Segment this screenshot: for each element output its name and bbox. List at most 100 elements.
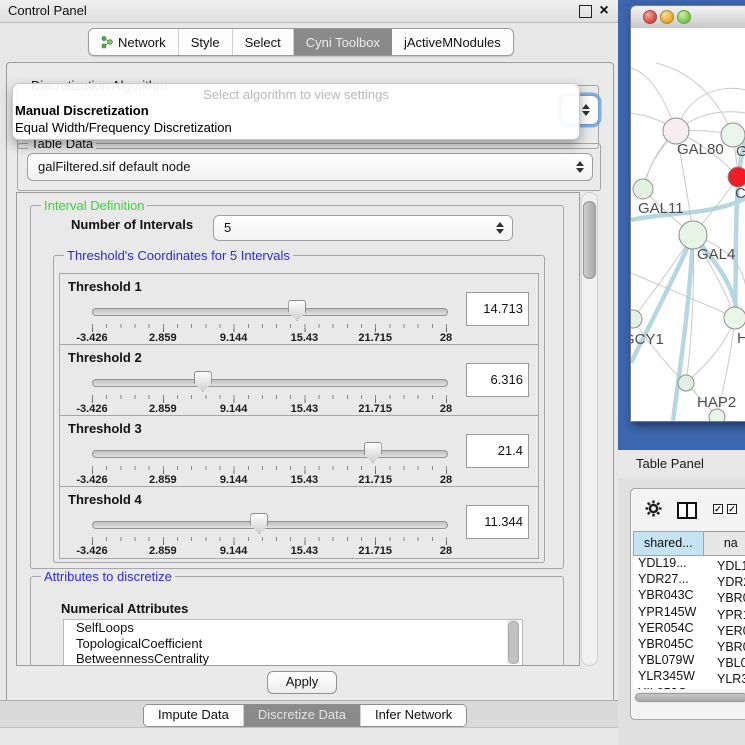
close-icon[interactable]: × <box>596 0 612 22</box>
tab-discretize-data[interactable]: Discretize Data <box>244 705 361 726</box>
threshold-label: Threshold 2 <box>68 350 142 365</box>
list-scrollbar[interactable] <box>507 620 519 664</box>
algorithm-dropdown-popup: Select algorithm to view settings Manual… <box>12 83 580 140</box>
table-rows[interactable]: YDL19...YDL1YDR27...YDR2YBR043CYBR0YPR14… <box>633 556 745 689</box>
tick-label: 15.43 <box>291 545 319 557</box>
tick-label: 28 <box>440 332 452 344</box>
network-icon <box>101 35 113 49</box>
table-row[interactable]: YDR27...YDR2 <box>633 572 745 588</box>
network-node-label: GAL4 <box>697 246 735 263</box>
tick-label: -3.426 <box>76 403 107 415</box>
network-window-titlebar[interactable] <box>631 6 745 29</box>
threshold-value-field[interactable]: 11.344 <box>466 505 529 539</box>
network-node[interactable] <box>678 375 694 391</box>
dropdown-prompt-item[interactable]: Select algorithm to view settings <box>13 87 579 102</box>
scrollbar-thumb[interactable] <box>583 201 596 279</box>
network-node[interactable] <box>709 409 725 421</box>
list-item[interactable]: TopologicalCoefficient <box>64 636 522 652</box>
tick-label: 9.144 <box>220 403 248 415</box>
dropdown-option-manual-discretization[interactable]: Manual Discretization <box>15 103 149 118</box>
slider-thumb[interactable] <box>364 442 382 463</box>
scrollbar-thumb[interactable] <box>635 693 745 702</box>
table-row[interactable]: YLR345WYLR3 <box>633 669 745 685</box>
numerical-attributes-list[interactable]: SelfLoopsTopologicalCoefficientBetweenne… <box>63 619 523 666</box>
minimize-traffic-light-icon[interactable] <box>660 10 674 24</box>
slider-thumb[interactable] <box>194 371 212 392</box>
table-horizontal-scrollbar[interactable] <box>634 692 745 703</box>
table-row[interactable]: YPR145WYPR1 <box>633 605 745 621</box>
settings-vertical-scrollbar[interactable] <box>581 192 598 666</box>
tick-label: 21.715 <box>358 474 392 486</box>
split-columns-icon[interactable] <box>677 502 697 519</box>
gear-icon[interactable] <box>645 500 662 517</box>
network-node[interactable] <box>679 221 707 249</box>
tab-select[interactable]: Select <box>233 29 294 55</box>
apply-button[interactable]: Apply <box>267 671 337 694</box>
network-node[interactable] <box>724 307 745 329</box>
spinner-value: 5 <box>224 216 231 240</box>
network-node-label: H <box>737 330 745 347</box>
tab-label: jActiveMNodules <box>404 35 501 50</box>
screen: Control Panel × Network Style Select Cyn… <box>0 0 745 745</box>
threshold-3-slider[interactable]: -3.4262.8599.14415.4321.71528 <box>92 442 446 482</box>
table-row[interactable]: YDL19...YDL1 <box>633 556 745 572</box>
tick-label: 21.715 <box>358 545 392 557</box>
slider-track[interactable] <box>92 450 448 458</box>
slider-track[interactable] <box>92 308 448 316</box>
network-node[interactable] <box>633 179 653 199</box>
threshold-4-box: Threshold 4 -3.4262.8599.14415.4321.7152… <box>59 486 539 559</box>
threshold-value-field[interactable]: 14.713 <box>466 292 529 326</box>
threshold-4-slider[interactable]: -3.4262.8599.14415.4321.71528 <box>92 513 446 553</box>
slider-tick-labels: -3.4262.8599.14415.4321.71528 <box>92 545 446 557</box>
tick-label: 28 <box>440 474 452 486</box>
table-panel-titlebar: Table Panel <box>618 450 745 479</box>
number-of-intervals-label: Number of Intervals <box>71 217 193 232</box>
tab-infer-network[interactable]: Infer Network <box>361 705 466 726</box>
slider-track[interactable] <box>92 379 448 387</box>
network-node-label: GAL11 <box>638 200 684 217</box>
network-canvas[interactable]: GAL80GCGAL11GAL4GCY1HHAP2 <box>631 28 745 421</box>
dropdown-option-equal-width[interactable]: Equal Width/Frequency Discretization <box>15 120 232 135</box>
table-panel-title: Table Panel <box>636 450 704 478</box>
table-row[interactable]: YBL079WYBL0 <box>633 653 745 669</box>
threshold-2-box: Threshold 2 -3.4262.8599.14415.4321.7152… <box>59 344 539 417</box>
list-item[interactable]: SelfLoops <box>64 620 522 636</box>
tab-network[interactable]: Network <box>89 29 179 55</box>
table-row[interactable]: YIL052CYIL0 <box>633 686 745 690</box>
tab-style[interactable]: Style <box>179 29 233 55</box>
table-row[interactable]: YBR045CYBR0 <box>633 637 745 653</box>
table-row[interactable]: YER054CYER0 <box>633 621 745 637</box>
column-header-name[interactable]: na <box>704 531 745 556</box>
number-of-intervals-spinner[interactable]: 5 <box>213 215 513 241</box>
combo-arrows-icon <box>576 161 584 173</box>
column-header-shared-name[interactable]: shared... <box>633 531 704 556</box>
slider-tick-labels: -3.4262.8599.14415.4321.71528 <box>92 474 446 486</box>
group-label: Attributes to discretize <box>41 569 175 584</box>
table-row[interactable]: YBR043CYBR0 <box>633 588 745 604</box>
threshold-1-slider[interactable]: -3.4262.8599.14415.4321.71528 <box>92 300 446 340</box>
list-item[interactable]: BetweennessCentrality <box>64 651 522 666</box>
close-traffic-light-icon[interactable] <box>643 10 657 24</box>
threshold-2-slider[interactable]: -3.4262.8599.14415.4321.71528 <box>92 371 446 411</box>
tick-label: 28 <box>440 545 452 557</box>
slider-thumb[interactable] <box>250 513 268 534</box>
tab-cyni-toolbox[interactable]: Cyni Toolbox <box>294 29 392 55</box>
float-icon[interactable] <box>579 5 592 18</box>
scrollbar-thumb[interactable] <box>508 621 519 664</box>
threshold-1-box: Threshold 1 -3.4262.8599.14415.4321.7152… <box>59 273 539 346</box>
slider-thumb[interactable] <box>288 300 306 321</box>
network-node[interactable] <box>728 167 745 187</box>
tab-impute-data[interactable]: Impute Data <box>144 705 244 726</box>
checkbox-icon[interactable]: ✓ <box>713 504 723 514</box>
threshold-value-field[interactable]: 6.316 <box>466 363 529 397</box>
threshold-label: Threshold 1 <box>68 279 142 294</box>
network-node-label: G <box>736 143 745 160</box>
slider-track[interactable] <box>92 521 448 529</box>
threshold-value-field[interactable]: 21.4 <box>466 434 529 468</box>
tab-jactivemnodules[interactable]: jActiveMNodules <box>392 29 513 55</box>
zoom-traffic-light-icon[interactable] <box>677 10 691 24</box>
table-data-combobox[interactable]: galFiltered.sif default node <box>27 153 593 181</box>
checkbox-icon[interactable]: ✓ <box>727 504 737 514</box>
network-node[interactable] <box>631 310 642 328</box>
tick-label: 15.43 <box>291 403 319 415</box>
